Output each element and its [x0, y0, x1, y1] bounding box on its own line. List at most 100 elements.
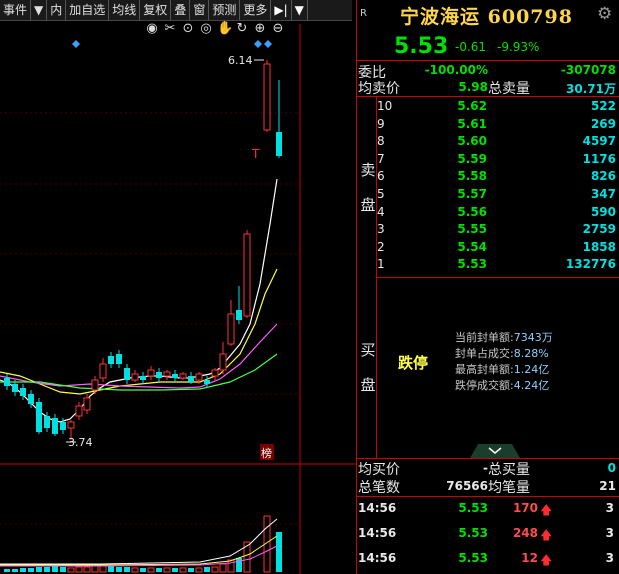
- candle-body: [44, 416, 50, 428]
- volume-bar: [140, 568, 146, 572]
- event-marker-icon[interactable]: [264, 40, 272, 48]
- volume-bar: [131, 567, 139, 573]
- price-axis-label: 4.50: [306, 318, 331, 331]
- limit-stats: 当前封单额:7343万 封单占成交:8.28% 最高封单额:1.24亿 跌停成交…: [455, 330, 553, 394]
- trade-count: 3: [605, 551, 614, 565]
- toolbar-end-dropdown[interactable]: ▼: [292, 0, 308, 20]
- ask-price: 5.56: [457, 204, 487, 219]
- ask-volume: 590: [590, 204, 616, 219]
- candle-body: [91, 379, 99, 391]
- trade-row: 14:56 5.53 170 🡅 3: [358, 501, 616, 519]
- gear-icon[interactable]: ⚙: [597, 4, 612, 24]
- volume-bar: [83, 566, 91, 573]
- candle-body: [227, 313, 235, 345]
- volume-bar: [124, 567, 130, 572]
- volume-bar: [172, 568, 178, 572]
- divider: [356, 96, 619, 97]
- toolbar-moving-average[interactable]: 均线: [109, 0, 141, 20]
- ask-row[interactable]: 2 5.54 1858: [377, 240, 617, 256]
- arrow-up-icon: 🡅: [540, 503, 553, 517]
- ask-row[interactable]: 9 5.61 269: [377, 117, 617, 133]
- limit-stat-row: 当前封单额:7343万: [455, 331, 553, 344]
- candle-body: [195, 373, 203, 381]
- toolbar-step-end[interactable]: ▶|: [271, 0, 292, 20]
- candle-body: [83, 397, 91, 411]
- toolbar-adjust[interactable]: 复权: [140, 0, 172, 20]
- candle-body: [172, 374, 178, 378]
- candle-body: [124, 368, 130, 380]
- toolbar-window[interactable]: 窗: [190, 0, 210, 20]
- volume-bar: [211, 566, 219, 573]
- ask-price: 5.58: [457, 169, 487, 184]
- volume-bar: [44, 567, 50, 572]
- toolbar-event[interactable]: 事件: [0, 0, 32, 20]
- ask-price: 5.53: [457, 257, 487, 272]
- toolbar-overlay[interactable]: 叠: [171, 0, 191, 20]
- candle-body: [188, 376, 194, 382]
- volume-bar: [195, 567, 203, 573]
- toolbar-event-dropdown[interactable]: ▼: [31, 0, 48, 20]
- candle-body: [75, 405, 83, 417]
- ask-row[interactable]: 8 5.60 4597: [377, 134, 617, 150]
- weicha-value: -307078: [560, 63, 616, 77]
- ask-price: 5.57: [457, 187, 487, 201]
- avg-sell-label: 均卖价: [358, 81, 400, 97]
- trade-volume: 248: [512, 526, 538, 540]
- toolbar-forecast[interactable]: 预测: [209, 0, 241, 20]
- ask-row[interactable]: 7 5.59 1176: [377, 152, 617, 168]
- high-price-label: 6.14: [228, 54, 253, 67]
- avg-trade-label: 均笔量: [488, 480, 530, 496]
- ask-volume: 1858: [582, 239, 616, 254]
- volume-bar: [276, 532, 282, 572]
- ask-volume: 1176: [582, 151, 616, 166]
- toolbar-more[interactable]: 更多: [240, 0, 272, 20]
- stock-name: 宁波海运: [400, 6, 481, 28]
- ask-row[interactable]: 6 5.58 826: [377, 169, 617, 185]
- ask-price: 5.60: [457, 134, 487, 149]
- ask-row[interactable]: 10 5.62 522: [377, 99, 617, 115]
- toolbar-inner[interactable]: 内: [47, 0, 67, 20]
- event-marker-icon[interactable]: [72, 40, 80, 48]
- ask-row[interactable]: 1 5.53 132776: [377, 257, 617, 273]
- candle-body: [179, 373, 187, 379]
- volume-bar: [116, 567, 122, 572]
- candle-body: [20, 388, 26, 396]
- volume-bar: [36, 567, 42, 572]
- stock-title: 宁波海运 600798: [400, 2, 573, 29]
- volume-bar: [108, 566, 114, 572]
- price-axis-label: 5.83: [306, 105, 331, 118]
- volume-axis-label: 14101: [306, 522, 341, 535]
- buy-side-label-top: 买: [360, 341, 376, 359]
- arrow-up-icon: 🡅: [540, 528, 553, 542]
- volume-axis-label: X100: [306, 557, 335, 570]
- trade-row: 14:56 5.53 12 🡅 3: [358, 551, 616, 569]
- candle-body: [211, 369, 219, 377]
- toolbar-add-watchlist[interactable]: 加自选: [66, 0, 110, 20]
- kline-chart[interactable]: 6.27 5.83 5.39 4.94 4.50 4.05 28203 1410…: [0, 24, 356, 574]
- margin-flag: R: [360, 8, 367, 19]
- price-axis-label: 4.94: [306, 247, 331, 260]
- total-trades-value: 76566: [446, 479, 488, 493]
- volume-bar: [219, 563, 227, 573]
- candle-body: [108, 356, 114, 364]
- volume-ma-line: [0, 535, 278, 566]
- volume-bar: [227, 559, 235, 573]
- collapse-toggle[interactable]: [470, 444, 520, 458]
- ask-row[interactable]: 5 5.57 347: [377, 187, 617, 203]
- sell-side-label-bottom: 盘: [360, 196, 376, 214]
- candle-body: [12, 384, 18, 392]
- candle-body: [276, 132, 282, 156]
- volume-bar: [67, 567, 75, 573]
- price-change: -0.61: [455, 40, 487, 54]
- volume-bar: [156, 568, 162, 572]
- volume-axis-label: 28203: [306, 481, 341, 494]
- ask-row[interactable]: 3 5.55 2759: [377, 222, 617, 238]
- avg-buy-value: -: [483, 461, 488, 475]
- ask-row[interactable]: 4 5.56 590: [377, 205, 617, 221]
- avg-trade-value: 21: [599, 479, 616, 493]
- candle-body: [243, 233, 251, 317]
- event-marker-icon[interactable]: [254, 40, 262, 48]
- trade-time: 14:56: [358, 501, 397, 515]
- candle-body: [131, 373, 139, 381]
- volume-bar: [179, 567, 187, 573]
